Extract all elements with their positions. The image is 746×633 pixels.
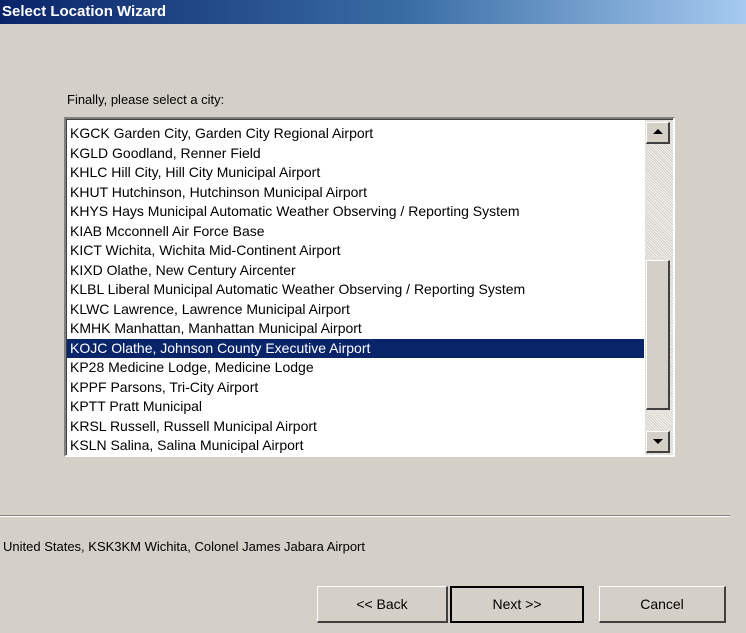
city-prompt-label: Finally, please select a city:	[67, 92, 225, 107]
city-list-item[interactable]: KGLD Goodland, Renner Field	[67, 144, 644, 164]
city-list-item[interactable]: KHUT Hutchinson, Hutchinson Municipal Ai…	[67, 183, 644, 203]
scroll-down-button[interactable]	[646, 431, 670, 453]
window-title: Select Location Wizard	[2, 3, 167, 20]
city-listbox[interactable]: KGCK Garden City, Garden City Regional A…	[64, 117, 675, 457]
city-list-item[interactable]: KRSL Russell, Russell Municipal Airport	[67, 417, 644, 437]
arrow-up-icon	[653, 129, 663, 134]
city-list-item[interactable]: KSLN Salina, Salina Municipal Airport	[67, 436, 644, 455]
city-list-item[interactable]: KLWC Lawrence, Lawrence Municipal Airpor…	[67, 300, 644, 320]
scroll-up-button[interactable]	[646, 122, 670, 144]
vertical-scrollbar[interactable]	[645, 120, 673, 455]
cancel-button[interactable]: Cancel	[599, 586, 726, 623]
arrow-down-icon	[653, 439, 663, 444]
city-list-item[interactable]: KMHK Manhattan, Manhattan Municipal Airp…	[67, 319, 644, 339]
city-list-item[interactable]: KHLC Hill City, Hill City Municipal Airp…	[67, 163, 644, 183]
city-list-item[interactable]: KLBL Liberal Municipal Automatic Weather…	[67, 280, 644, 300]
city-list-item[interactable]: KOJC Olathe, Johnson County Executive Ai…	[67, 338, 644, 358]
back-button[interactable]: << Back	[317, 586, 448, 623]
city-list-item[interactable]: KHYS Hays Municipal Automatic Weather Ob…	[67, 202, 644, 222]
city-list-item[interactable]: KP28 Medicine Lodge, Medicine Lodge	[67, 358, 644, 378]
title-bar: Select Location Wizard	[0, 0, 746, 24]
scrollbar-thumb[interactable]	[646, 260, 670, 410]
next-button[interactable]: Next >>	[450, 586, 584, 623]
selected-location-status: United States, KSK3KM Wichita, Colonel J…	[3, 539, 365, 554]
separator-line	[0, 515, 730, 517]
city-list-item[interactable]: KGCK Garden City, Garden City Regional A…	[67, 124, 644, 144]
city-list: KGCK Garden City, Garden City Regional A…	[67, 124, 644, 455]
city-list-item[interactable]: KPTT Pratt Municipal	[67, 397, 644, 417]
city-listbox-frame: KGCK Garden City, Garden City Regional A…	[66, 119, 673, 455]
city-list-item[interactable]: KPPF Parsons, Tri-City Airport	[67, 378, 644, 398]
city-list-item[interactable]: KICT Wichita, Wichita Mid-Continent Airp…	[67, 241, 644, 261]
wizard-window: Select Location Wizard Finally, please s…	[0, 0, 746, 633]
city-list-item[interactable]: KIAB Mcconnell Air Force Base	[67, 222, 644, 242]
city-list-item[interactable]: KIXD Olathe, New Century Aircenter	[67, 261, 644, 281]
